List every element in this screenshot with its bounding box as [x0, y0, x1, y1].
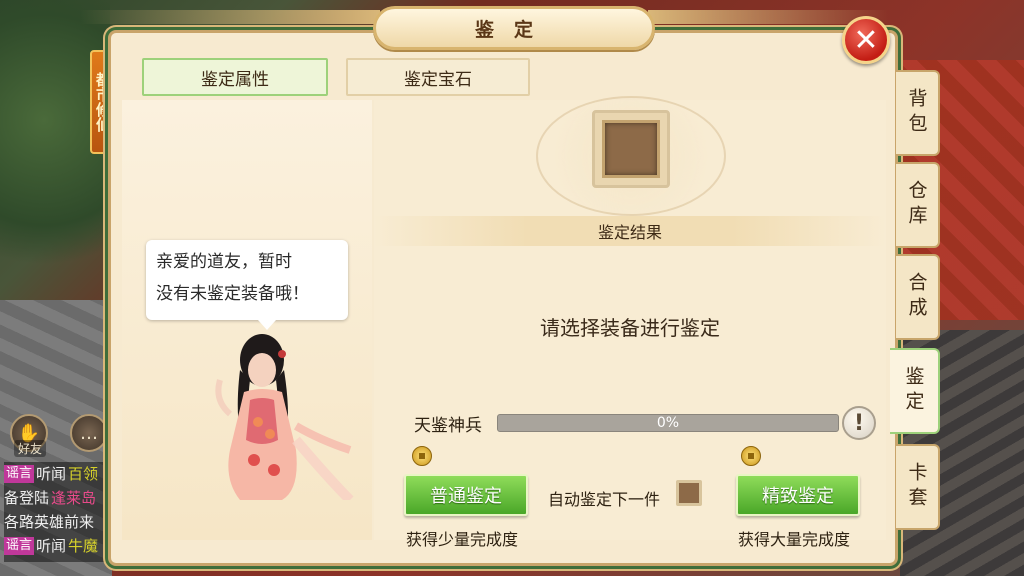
side-tab-synthesis[interactable]: 合成 [896, 254, 940, 340]
equipment-slot-empty [602, 120, 660, 178]
auto-identify-label: 自动鉴定下一件 [548, 490, 661, 509]
rumor-tag: 谣言 [4, 465, 35, 483]
chat-text: 备登陆 [4, 489, 50, 507]
tab-identify-gems[interactable]: 鉴定宝石 [346, 58, 530, 96]
normal-identify-button[interactable]: 普通鉴定 [404, 474, 528, 516]
result-title: 鉴定结果 [374, 216, 886, 246]
chat-text: 听闻 [36, 465, 67, 483]
npc-message-line: 没有未鉴定装备哦！ [156, 284, 309, 304]
fine-identify-button[interactable]: 精致鉴定 [736, 474, 860, 516]
chat-log[interactable]: 谣言 听闻 百领 备登陆 逢莱岛 各路英雄前来 谣言 听闻 牛魔 [4, 462, 112, 562]
progress-label: 天鉴神兵 [414, 416, 482, 436]
tab-identify-attributes[interactable]: 鉴定属性 [142, 58, 328, 96]
side-tab-identify[interactable]: 鉴定 [890, 348, 940, 434]
npc-message-line: 亲爱的道友，暂时 [156, 252, 292, 272]
coin-icon [412, 446, 432, 466]
chat-highlight: 百领 [68, 465, 99, 483]
chat-bubble-icon[interactable]: … [70, 414, 108, 452]
chat-text: 各路英雄前来 [4, 513, 95, 531]
window-title: 鉴定 [373, 6, 655, 50]
rumor-tag: 谣言 [4, 537, 35, 555]
auto-identify-checkbox[interactable] [676, 480, 702, 506]
side-tab-card-sleeve[interactable]: 卡套 [896, 444, 940, 530]
chat-text: 听闻 [36, 537, 67, 555]
npc-character-portrait [215, 334, 354, 500]
close-x-icon[interactable]: ✕ [842, 16, 890, 64]
chat-line: 谣言 听闻 百领 [4, 462, 112, 486]
chat-highlight: 逢莱岛 [51, 489, 97, 507]
normal-identify-caption: 获得少量完成度 [406, 530, 519, 549]
progress-text: 0% [656, 415, 680, 431]
chat-line: 各路英雄前来 [4, 510, 112, 534]
side-tab-warehouse[interactable]: 仓库 [896, 162, 940, 248]
npc-speech-bubble: 亲爱的道友，暂时 没有未鉴定装备哦！ [146, 240, 348, 330]
identify-prompt: 请选择装备进行鉴定 [540, 316, 720, 340]
exclamation-icon[interactable]: ! [842, 406, 876, 440]
chat-highlight: 牛魔 [68, 537, 99, 555]
title-ornament-left [80, 10, 380, 24]
friends-label[interactable]: 好友 [14, 440, 47, 457]
fine-identify-caption: 获得大量完成度 [738, 530, 851, 549]
coin-icon [741, 446, 761, 466]
chat-line: 备登陆 逢莱岛 [4, 486, 112, 510]
chat-line: 谣言 听闻 牛魔 [4, 534, 112, 558]
equipment-slot[interactable] [592, 110, 670, 188]
side-tab-backpack[interactable]: 背包 [896, 70, 940, 156]
